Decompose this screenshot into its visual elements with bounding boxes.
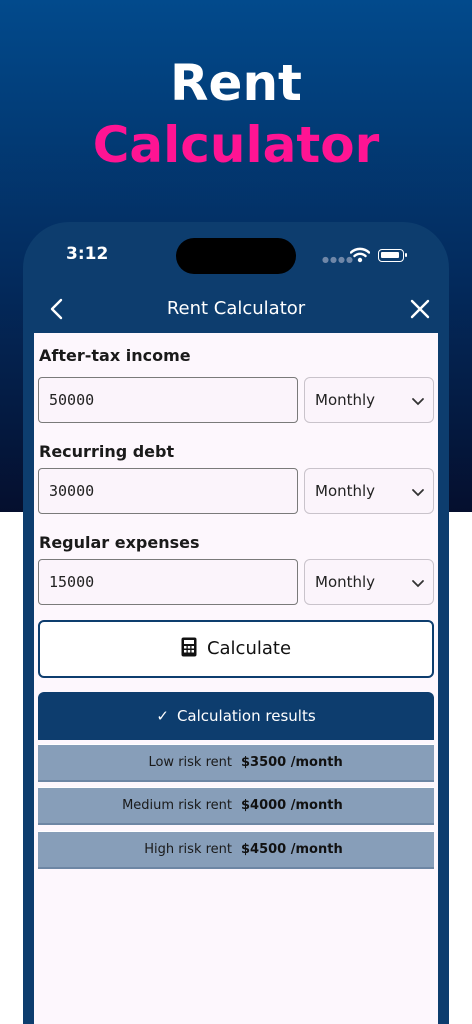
wifi-icon [350,247,370,263]
close-icon[interactable] [407,296,433,322]
promo-headline: Rent Calculator [0,52,472,176]
result-label: High risk rent [144,842,232,857]
headline-line-1: Rent [170,54,302,112]
results-header: ✓ Calculation results [38,692,434,740]
result-row-medium: Medium risk rent $4000 /month [38,787,434,825]
headline-line-2: Calculator [92,116,380,174]
income-period-select[interactable]: Monthly [304,377,434,423]
debt-period-select[interactable]: Monthly [304,468,434,514]
calculator-content: After-tax income 50000 Monthly Recurring… [34,333,438,1024]
chevron-down-icon [412,489,424,497]
result-value: $4500 /month [241,842,343,857]
calculator-icon [181,637,197,657]
status-time: 3:12 [66,244,109,264]
expenses-period-value: Monthly [315,573,376,591]
result-row-high: High risk rent $4500 /month [38,831,434,869]
debt-input[interactable]: 30000 [38,468,298,514]
expenses-period-select[interactable]: Monthly [304,559,434,605]
expenses-label: Regular expenses [39,533,200,552]
result-row-low: Low risk rent $3500 /month [38,744,434,782]
expenses-input[interactable]: 15000 [38,559,298,605]
income-input[interactable]: 50000 [38,377,298,423]
page-title: Rent Calculator [166,298,306,319]
status-icons: ●●●● [322,246,412,266]
result-value: $3500 /month [241,755,343,770]
debt-period-value: Monthly [315,482,376,500]
result-value: $4000 /month [241,798,343,813]
income-label: After-tax income [39,346,191,365]
income-period-value: Monthly [315,391,376,409]
debt-label: Recurring debt [39,442,175,461]
nav-bar: Rent Calculator [23,290,449,330]
chevron-down-icon [412,398,424,406]
results-header-label: Calculation results [176,707,316,725]
battery-icon [378,249,407,262]
result-label: Low risk rent [148,755,232,770]
chevron-down-icon [412,580,424,588]
check-icon: ✓ [156,707,169,725]
calculate-button[interactable]: Calculate [38,620,434,678]
result-label: Medium risk rent [122,798,232,813]
dynamic-island [176,238,296,274]
calculate-button-label: Calculate [206,638,292,659]
